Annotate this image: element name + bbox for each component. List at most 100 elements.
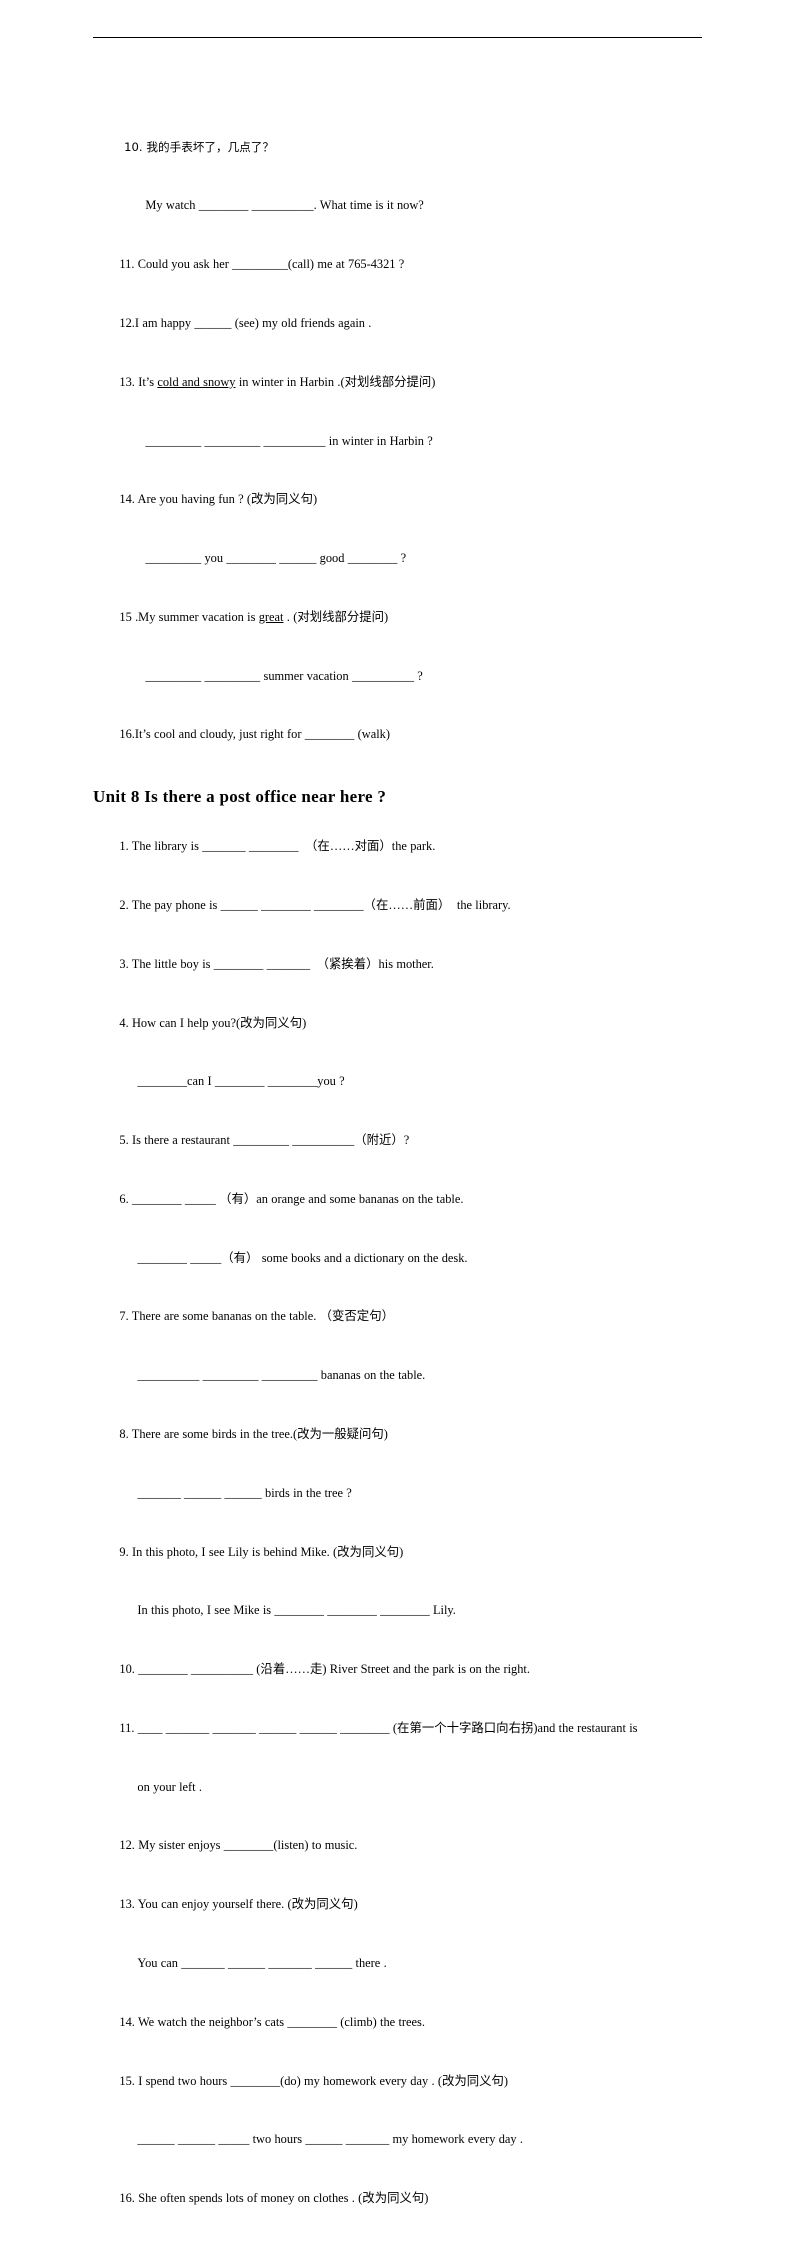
exercise-line: 13. You can enjoy yourself there. (改为同义句… — [93, 1876, 705, 1935]
item-text: Are you having fun ? (改为同义句) — [137, 492, 318, 507]
exercise-line: 4. How can I help you?(改为同义句) — [93, 994, 705, 1053]
item-number: 8. — [119, 1427, 132, 1441]
exercise-line: 16. She often spends lots of money on cl… — [93, 2170, 705, 2229]
item-number: 10. — [124, 139, 147, 154]
item-text-prefix: .My summer vacation is — [131, 609, 259, 624]
item-text: My watch ________ __________. What time … — [145, 198, 424, 213]
item-text: Could you ask her _________(call) me at … — [137, 257, 405, 272]
exercise-line: 12.I am happy ______ (see) my old friend… — [93, 294, 705, 353]
item-text: _________ you ________ ______ good _____… — [145, 551, 407, 566]
item-number: 5. — [119, 1133, 132, 1148]
exercise-line: 16.It’s cool and cloudy, just right for … — [93, 706, 705, 765]
exercise-line: on your left . — [93, 1758, 705, 1817]
item-text-underlined: cold and snowy — [157, 374, 236, 389]
exercise-line: In this photo, I see Mike is ________ __… — [93, 1582, 705, 1641]
exercise-line: ________ _____（有） some books and a dicti… — [93, 1229, 705, 1288]
item-text: How can I help you?(改为同义句) — [131, 1015, 307, 1030]
item-text: My sister enjoys ________(listen) to mus… — [138, 1838, 358, 1853]
item-number: 16. — [119, 2191, 139, 2206]
item-text: on your left . — [137, 1779, 202, 1794]
item-text-suffix: . (对划线部分提问) — [283, 609, 389, 624]
item-text: ________ _____ （有）an orange and some ban… — [131, 1191, 464, 1206]
exercise-line: 14. Are you having fun ? (改为同义句) — [93, 471, 705, 530]
item-number: 9. — [119, 1544, 132, 1559]
exercise-line: 7. There are some bananas on the table. … — [93, 1288, 705, 1347]
exercise-line: 5. Is there a restaurant _________ _____… — [93, 1112, 705, 1171]
item-text: 我的手表坏了，几点了？ — [146, 139, 274, 154]
item-number: 16. — [119, 727, 135, 742]
item-text-suffix: in winter in Harbin .(对划线部分提问) — [235, 374, 436, 389]
exercise-line: 2. The pay phone is ______ ________ ____… — [93, 876, 705, 935]
unit7-tail-section: 10. 我的手表坏了，几点了？ My watch ________ ______… — [93, 118, 705, 765]
item-text: I spend two hours ________(do) my homewo… — [138, 2073, 509, 2088]
item-number: 11. — [119, 257, 138, 272]
item-number: 12. — [119, 1838, 139, 1853]
item-number: 12. — [119, 315, 135, 330]
exercise-line: _________ you ________ ______ good _____… — [93, 529, 705, 588]
item-text: _________ _________ summer vacation ____… — [145, 668, 423, 683]
item-number: 2. — [119, 897, 132, 912]
item-text: _______ ______ ______ birds in the tree … — [137, 1485, 352, 1500]
exercise-line: 10. ________ __________ (沿着……走) River St… — [93, 1641, 705, 1700]
exercise-line: 11. Could you ask her _________(call) me… — [93, 236, 705, 295]
item-text: She often spends lots of money on clothe… — [138, 2191, 429, 2206]
item-text: Is there a restaurant _________ ________… — [131, 1133, 410, 1148]
exercise-line: 12. My sister enjoys ________(listen) to… — [93, 1817, 705, 1876]
exercise-line: 10. 我的手表坏了，几点了？ — [93, 118, 705, 177]
exercise-line: _________ _________ summer vacation ____… — [93, 647, 705, 706]
exercise-line: 9. In this photo, I see Lily is behind M… — [93, 1523, 705, 1582]
unit8-heading: Unit 8 Is there a post office near here … — [93, 786, 387, 806]
exercise-line: She often spends lots of money in ______… — [93, 2228, 705, 2246]
item-number: 15. — [119, 2073, 139, 2088]
exercise-line: 8. There are some birds in the tree.(改为一… — [93, 1405, 705, 1464]
item-text: ______ ______ _____ two hours ______ ___… — [137, 2132, 523, 2147]
exercise-line: _______ ______ ______ birds in the tree … — [93, 1464, 705, 1523]
item-number: 14. — [119, 2014, 138, 2029]
item-number: 1. — [119, 839, 132, 854]
item-number: 13. — [119, 374, 139, 389]
item-text: ________can I ________ ________you ? — [137, 1074, 345, 1089]
item-text: You can enjoy yourself there. (改为同义句) — [137, 1897, 358, 1912]
item-number: 6. — [119, 1191, 132, 1206]
item-text: The pay phone is ______ ________ _______… — [131, 897, 511, 912]
exercise-line: 13. It’s cold and snowy in winter in Har… — [93, 353, 705, 412]
exercise-line: My watch ________ __________. What time … — [93, 177, 705, 236]
item-text: In this photo, I see Mike is ________ __… — [137, 1603, 456, 1618]
unit8-section: 1. The library is _______ ________ （在……对… — [93, 818, 705, 2246]
item-text: In this photo, I see Lily is behind Mike… — [131, 1544, 404, 1559]
item-text: I am happy ______ (see) my old friends a… — [134, 315, 372, 330]
exercise-line: ________can I ________ ________you ? — [93, 1053, 705, 1112]
exercise-line: 11. ____ _______ _______ ______ ______ _… — [93, 1699, 705, 1758]
exercise-line: 14. We watch the neighbor’s cats _______… — [93, 1993, 705, 2052]
item-text-prefix: It’s — [138, 374, 158, 389]
header-rule — [93, 37, 702, 38]
item-text: There are some birds in the tree.(改为一般疑问… — [131, 1427, 388, 1441]
item-text: _________ _________ __________ in winter… — [145, 433, 433, 448]
exercise-line: 1. The library is _______ ________ （在……对… — [93, 818, 705, 877]
exercise-line: 15 .My summer vacation is great . (对划线部分… — [93, 588, 705, 647]
exercise-line: 15. I spend two hours ________(do) my ho… — [93, 2052, 705, 2111]
item-text: It’s cool and cloudy, just right for ___… — [134, 727, 390, 742]
item-number: 3. — [119, 956, 132, 971]
document-content: 10. 我的手表坏了，几点了？ My watch ________ ______… — [93, 118, 705, 2246]
exercise-line: 3. The little boy is ________ _______ （紧… — [93, 935, 705, 994]
item-text: ____ _______ _______ ______ ______ _____… — [137, 1720, 638, 1735]
exercise-line: 6. ________ _____ （有）an orange and some … — [93, 1170, 705, 1229]
document-page: 10. 我的手表坏了，几点了？ My watch ________ ______… — [0, 0, 794, 2205]
item-text: The library is _______ ________ （在……对面）t… — [131, 839, 436, 854]
item-text: ________ _____（有） some books and a dicti… — [137, 1250, 468, 1265]
exercise-line: __________ _________ _________ bananas o… — [93, 1347, 705, 1406]
item-text: There are some bananas on the table. （变否… — [131, 1309, 394, 1324]
exercise-line: _________ _________ __________ in winter… — [93, 412, 705, 471]
exercise-line: ______ ______ _____ two hours ______ ___… — [93, 2111, 705, 2170]
item-text-underlined: great — [258, 609, 284, 624]
item-number: 4. — [119, 1015, 132, 1030]
exercise-line: You can _______ ______ _______ ______ th… — [93, 1934, 705, 1993]
item-number: 7. — [119, 1309, 132, 1324]
item-number: 13. — [119, 1897, 138, 1912]
item-number: 14. — [119, 492, 138, 507]
item-text: ________ __________ (沿着……走) River Street… — [138, 1662, 530, 1677]
item-text: The little boy is ________ _______ （紧挨着）… — [131, 956, 434, 971]
item-number: 11. — [119, 1720, 138, 1735]
item-number: 10. — [119, 1662, 139, 1677]
